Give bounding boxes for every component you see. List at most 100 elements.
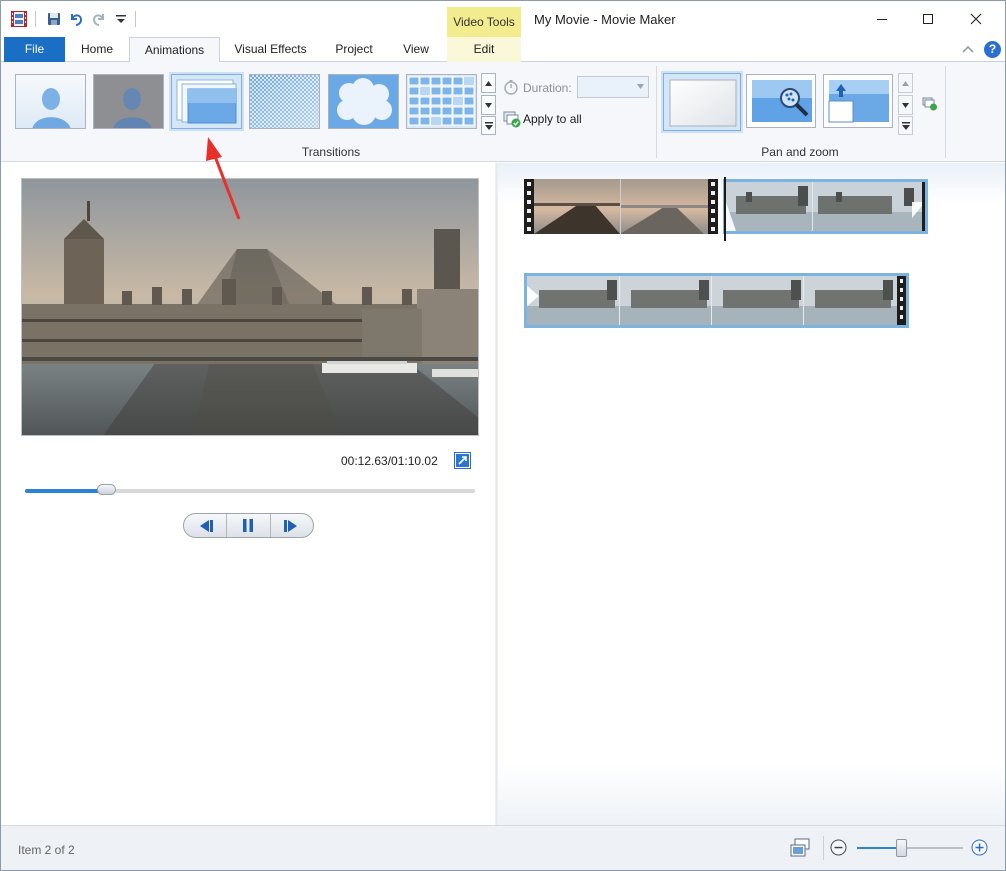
chevron-up-icon	[902, 80, 909, 86]
minimize-button[interactable]	[859, 3, 905, 35]
transition-dissolve-icon	[250, 75, 319, 128]
storyboard-clip-parliament[interactable]	[524, 273, 909, 328]
transition-none-icon	[16, 75, 85, 128]
tab-view[interactable]: View	[394, 37, 438, 62]
movie-maker-window: Video Tools My Movie - Movie Maker File …	[0, 0, 1006, 871]
duration-label: Duration:	[523, 81, 572, 95]
undo-icon[interactable]	[68, 11, 84, 27]
next-frame-button[interactable]	[271, 514, 313, 537]
ribbon-tab-bar: File Home Animations Visual Effects Proj…	[1, 37, 1005, 63]
transitions-gallery-expand-button[interactable]	[481, 116, 496, 135]
status-bar: Item 2 of 2	[1, 825, 1005, 870]
transitions-scroll-up-button[interactable]	[481, 73, 496, 93]
apply-to-all-button[interactable]: Apply to all	[523, 112, 582, 126]
collapse-ribbon-icon[interactable]	[961, 43, 975, 55]
thumbnail-size-icon[interactable]	[789, 838, 811, 858]
transition-cloud-thumbnail[interactable]	[328, 74, 399, 129]
storyboard-clip-parliament-selected[interactable]	[723, 179, 928, 234]
redo-icon[interactable]	[91, 11, 107, 27]
transition-cloud-icon	[329, 75, 398, 128]
pan-zoom-zoom-in-thumbnail[interactable]	[746, 74, 816, 128]
transition-crossfade-thumbnail[interactable]	[93, 74, 164, 129]
chevron-up-icon	[485, 80, 492, 86]
seek-slider-progress	[25, 489, 106, 493]
video-preview[interactable]	[21, 178, 479, 436]
help-icon[interactable]: ?	[984, 41, 1001, 58]
ribbon-animations-panel: Duration: Apply to all Transitions Pan a…	[1, 62, 1005, 162]
timeline-zoom-slider[interactable]	[857, 839, 963, 857]
film-app-icon[interactable]	[10, 10, 28, 28]
close-button[interactable]	[953, 3, 999, 35]
next-frame-icon	[283, 519, 297, 532]
tab-home[interactable]: Home	[71, 37, 123, 62]
transition-crossfade-icon	[94, 75, 163, 128]
clip-parliament-filmstrip	[527, 276, 906, 325]
playback-controls	[183, 513, 314, 538]
seek-slider-thumb[interactable]	[97, 484, 116, 495]
minimize-icon	[877, 19, 887, 20]
pan-up-arrow-icon	[824, 75, 892, 127]
previous-frame-button[interactable]	[184, 514, 228, 537]
maximize-button[interactable]	[905, 3, 951, 35]
tab-edit[interactable]: Edit	[447, 37, 521, 62]
zoom-in-magnifier-icon	[747, 75, 815, 127]
close-icon	[970, 13, 982, 25]
tab-file[interactable]: File	[4, 37, 65, 62]
tab-visual-effects[interactable]: Visual Effects	[223, 37, 318, 62]
transition-zoom-box-thumbnail[interactable]	[171, 74, 242, 129]
apply-pan-zoom-to-all-icon[interactable]	[922, 97, 938, 111]
time-readout: 00:12.63/01:10.02	[341, 454, 438, 468]
ribbon-group-separator	[656, 66, 657, 158]
pan-zoom-pan-up-thumbnail[interactable]	[823, 74, 893, 128]
transitions-group-label: Transitions	[301, 145, 361, 159]
maximize-icon	[923, 14, 933, 24]
preview-frame-image	[22, 179, 478, 435]
ribbon-group-separator	[945, 66, 946, 158]
transition-mosaic-thumbnail[interactable]	[406, 74, 477, 129]
zoom-in-icon[interactable]	[971, 839, 988, 856]
pan-zoom-gallery-expand-button[interactable]	[898, 116, 913, 135]
apply-to-all-icon	[503, 111, 521, 128]
tab-animations[interactable]: Animations	[129, 37, 220, 63]
clip-pier-filmstrip	[524, 179, 718, 234]
pan-zoom-group-label: Pan and zoom	[761, 145, 839, 159]
video-tools-contextual-label: Video Tools	[447, 7, 521, 38]
pause-button[interactable]	[227, 514, 271, 537]
save-icon[interactable]	[46, 11, 62, 27]
duration-dropdown[interactable]	[577, 76, 649, 98]
storyboard-pane	[498, 163, 1005, 825]
pan-zoom-scroll-down-button[interactable]	[898, 95, 913, 115]
expand-gallery-icon	[484, 121, 493, 130]
chevron-down-icon	[637, 84, 644, 89]
zoom-slider-thumb[interactable]	[895, 839, 907, 857]
previous-frame-icon	[200, 519, 214, 532]
pan-zoom-scroll-up-button[interactable]	[898, 73, 913, 93]
qat-separator	[35, 11, 36, 27]
title-bar: Video Tools My Movie - Movie Maker	[1, 1, 1005, 38]
transition-none-thumbnail[interactable]	[15, 74, 86, 129]
seek-slider[interactable]	[25, 484, 475, 495]
status-item-count: Item 2 of 2	[18, 843, 75, 857]
tab-project[interactable]: Project	[326, 37, 382, 62]
fullscreen-preview-icon[interactable]	[454, 452, 471, 469]
transition-dissolve-thumbnail[interactable]	[249, 74, 320, 129]
customize-qat-icon[interactable]	[113, 11, 129, 27]
transition-mosaic-icon	[407, 75, 476, 128]
preview-pane: 00:12.63/01:10.02	[3, 163, 495, 825]
pan-zoom-none-thumbnail[interactable]	[663, 73, 741, 131]
stopwatch-icon	[504, 80, 518, 95]
pan-zoom-none-icon	[664, 74, 740, 130]
zoom-slider-progress	[857, 847, 902, 849]
storyboard-clip-pier[interactable]	[524, 179, 718, 234]
storyboard-playhead[interactable]	[724, 177, 726, 241]
chevron-down-icon	[485, 102, 492, 108]
pause-icon	[243, 519, 254, 532]
status-separator	[823, 836, 824, 860]
window-title: My Movie - Movie Maker	[534, 12, 676, 27]
transition-zoom-box-icon	[172, 75, 241, 128]
zoom-out-icon[interactable]	[830, 839, 847, 856]
annotation-arrow	[206, 137, 241, 220]
transitions-scroll-down-button[interactable]	[481, 95, 496, 115]
chevron-down-icon	[902, 102, 909, 108]
qat-separator	[135, 11, 136, 27]
